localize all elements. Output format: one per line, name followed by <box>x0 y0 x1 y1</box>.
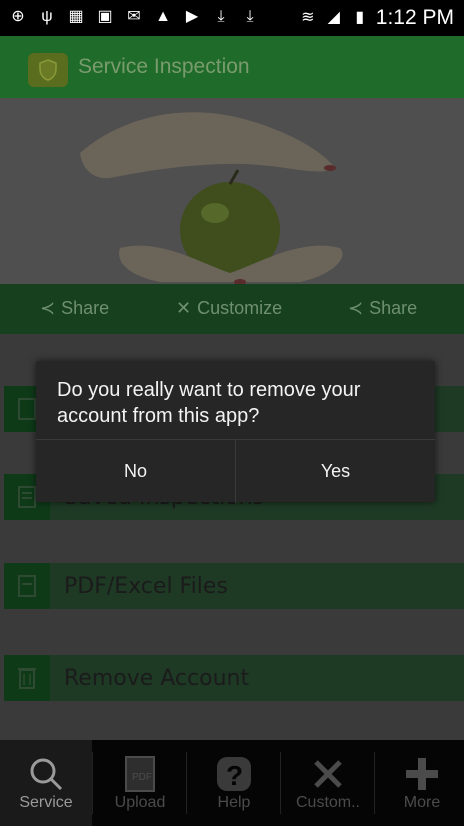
customize-label: Customize <box>197 298 283 318</box>
battery-icon: ▮ <box>355 9 365 26</box>
bottom-nav: Service PDF Upload ? Help Custom.. More <box>0 740 464 826</box>
app-logo-icon <box>28 53 68 87</box>
svg-text:?: ? <box>226 760 243 791</box>
trash-icon <box>4 655 50 701</box>
pdf-icon: PDF <box>125 756 155 792</box>
banner-image <box>0 98 464 284</box>
tools-icon <box>314 760 342 788</box>
share-icon: ≺ <box>348 298 364 318</box>
app-bar: Service Inspection <box>0 36 464 98</box>
download-icon: ⤓ <box>217 8 225 25</box>
nav-separator <box>280 752 281 814</box>
status-icons: ⊕ ψ ▦ ▣ ✉ ▲ ▶ ⤓ ⤓ <box>8 7 260 27</box>
app-icon: ▦ <box>68 8 84 25</box>
wifi-icon: ≋ <box>301 9 315 26</box>
share-button-right[interactable]: ≺ Share <box>348 298 417 319</box>
share-label: Share <box>369 298 418 318</box>
nav-separator <box>374 752 375 814</box>
status-bar: ⊕ ψ ▦ ▣ ✉ ▲ ▶ ⤓ ⤓ ≋ ◢ ▮ 1:12 PM <box>0 0 464 36</box>
nav-label: More <box>403 794 441 811</box>
signal-icon: ◢ <box>327 9 340 26</box>
app-title: Service Inspection <box>78 55 250 78</box>
dialog-message: Do you really want to remove your accoun… <box>57 379 361 427</box>
youtube-icon: ▶ <box>185 8 199 25</box>
share-label: Share <box>61 298 110 318</box>
dialog-buttons: No Yes <box>36 439 435 503</box>
nav-more[interactable]: More <box>376 740 464 826</box>
nav-label: Custom.. <box>295 794 360 811</box>
nav-customize[interactable]: Custom.. <box>282 740 374 826</box>
customize-button[interactable]: ✕ Customize <box>176 298 282 319</box>
nav-service[interactable]: Service <box>0 740 92 826</box>
search-icon <box>30 758 63 791</box>
menu-item-pdf-excel-files[interactable]: PDF/Excel Files <box>4 563 464 609</box>
gmail-icon: ✉ <box>127 8 141 25</box>
warning-icon: ▲ <box>155 8 171 25</box>
nav-upload[interactable]: PDF Upload <box>94 740 186 826</box>
file-icon <box>4 563 50 609</box>
yes-button[interactable]: Yes <box>236 440 435 503</box>
share-button-left[interactable]: ≺ Share <box>40 298 109 319</box>
svg-text:PDF: PDF <box>132 772 152 783</box>
no-button[interactable]: No <box>36 440 235 503</box>
nav-label: Help <box>217 794 251 811</box>
usb-icon: ψ <box>41 8 53 25</box>
share-bar: ≺ Share ✕ Customize ≺ Share <box>0 284 464 334</box>
remove-account-dialog: Do you really want to remove your accoun… <box>36 361 435 503</box>
status-time: 1:12 PM <box>375 6 454 29</box>
question-icon: ? <box>217 757 251 791</box>
nav-label: Upload <box>114 794 166 811</box>
nav-separator <box>186 752 187 814</box>
nav-label: Service <box>19 794 73 811</box>
menu-label: PDF/Excel Files <box>64 573 228 599</box>
nav-help[interactable]: ? Help <box>188 740 280 826</box>
download-icon: ⤓ <box>246 8 254 25</box>
menu-item-remove-account[interactable]: Remove Account <box>4 655 464 701</box>
status-right: ≋ ◢ ▮ 1:12 PM <box>298 5 454 31</box>
nav-separator <box>92 752 93 814</box>
menu-label: Remove Account <box>64 665 250 691</box>
tools-icon: ✕ <box>176 298 192 318</box>
plus-icon: ⊕ <box>11 8 25 25</box>
image-icon: ▣ <box>97 8 113 25</box>
plus-icon <box>406 758 438 790</box>
share-icon: ≺ <box>40 298 56 318</box>
